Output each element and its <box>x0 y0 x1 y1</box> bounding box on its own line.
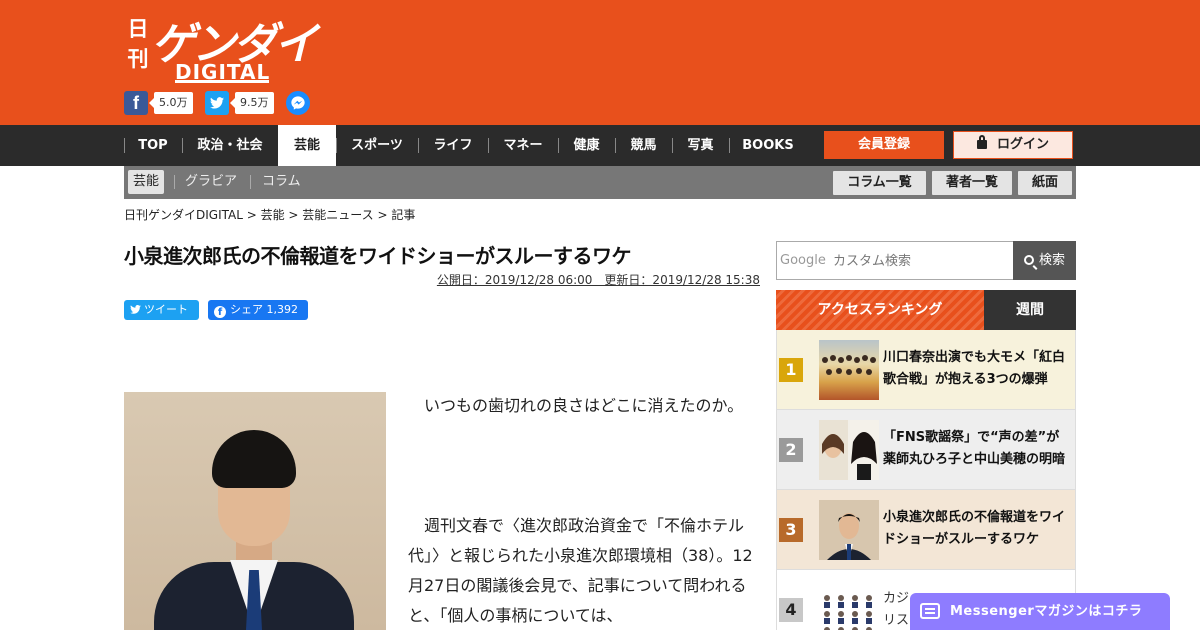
messenger-label: Messengerマガジンはコチラ <box>950 604 1143 619</box>
nav-item-photo[interactable]: 写真 <box>672 125 729 166</box>
main-nav: TOP 政治・社会 芸能 スポーツ ライフ マネー 健康 競馬 写真 BOOKS… <box>0 125 1200 166</box>
sub-nav: 芸能 グラビア コラム コラム一覧 著者一覧 紙面 <box>124 166 1076 199</box>
nav-item-politics[interactable]: 政治・社会 <box>182 125 278 166</box>
author-list-button[interactable]: 著者一覧 <box>932 171 1012 195</box>
subnav-item-gravure[interactable]: グラビア <box>185 170 237 194</box>
logo-nikkan: 日刊 <box>127 16 149 71</box>
twitter-count: 9.5万 <box>230 92 274 114</box>
ranking-item[interactable]: 3 小泉進次郎氏の不倫報道をワイドショーがスルーするワケ <box>776 490 1076 570</box>
share-label: シェア 1,392 <box>230 303 298 316</box>
paper-button[interactable]: 紙面 <box>1018 171 1072 195</box>
search-button-label: 検索 <box>1038 253 1065 268</box>
site-logo[interactable]: 日刊 ゲンダイ DIGITAL <box>127 10 319 84</box>
article-paragraph: 週刊文春で〈進次郎政治資金で「不倫ホテル代」〉と報じられた小泉進次郎環境相（38… <box>408 516 753 625</box>
nav-item-health[interactable]: 健康 <box>558 125 615 166</box>
twitter-icon <box>205 91 229 115</box>
rank-number: 3 <box>779 518 803 542</box>
facebook-share-button[interactable]: f シェア 1,392 <box>208 300 308 320</box>
nav-item-keiba[interactable]: 競馬 <box>615 125 672 166</box>
search-icon <box>1023 255 1034 265</box>
ranking-thumbnail <box>819 580 879 630</box>
ranking-thumbnail <box>819 420 879 480</box>
twitter-follow[interactable]: 9.5万 <box>205 91 274 115</box>
nav-item-entertainment[interactable]: 芸能 <box>278 125 336 166</box>
google-logo: Google <box>780 253 826 268</box>
register-button[interactable]: 会員登録 <box>824 131 944 159</box>
subnav-item-column[interactable]: コラム <box>262 170 301 194</box>
breadcrumb[interactable]: 日刊ゲンダイDIGITAL > 芸能 > 芸能ニュース > 記事 <box>124 206 415 223</box>
nav-item-life[interactable]: ライフ <box>418 125 488 166</box>
facebook-icon: f <box>124 91 148 115</box>
ranking-headline: 小泉進次郎氏の不倫報道をワイドショーがスルーするワケ <box>883 510 1066 547</box>
login-button[interactable]: ログイン <box>953 131 1073 159</box>
nav-item-books[interactable]: BOOKS <box>729 125 807 166</box>
subnav-item-geinou[interactable]: 芸能 <box>128 170 165 194</box>
article-photo <box>124 392 386 630</box>
nav-item-money[interactable]: マネー <box>488 125 558 166</box>
search-box: Google <box>776 241 1013 280</box>
facebook-icon: f <box>214 306 226 318</box>
messenger-magazine-button[interactable]: Messengerマガジンはコチラ <box>910 593 1170 630</box>
nav-item-top[interactable]: TOP <box>124 125 182 166</box>
ranking-headline: 川口春奈出演でも大モメ「紅白歌合戦」が抱える3つの爆弾 <box>883 350 1066 387</box>
logo-underline <box>175 80 269 83</box>
subnav-divider <box>250 175 251 189</box>
facebook-count: 5.0万 <box>149 92 193 114</box>
tweet-button[interactable]: ツイート <box>124 300 199 320</box>
ranking-headline: 「FNS歌謡祭」で“声の差”が 薬師丸ひろ子と中山美穂の明暗 <box>883 430 1066 467</box>
rank-number: 2 <box>779 438 803 462</box>
messenger-icon[interactable] <box>286 91 310 115</box>
ranking-item[interactable]: 1 川口春奈出演でも大モメ「紅白歌合戦」が抱える3つの爆弾 <box>776 330 1076 410</box>
ranking-thumbnail <box>819 500 879 560</box>
twitter-icon <box>130 305 141 314</box>
ranking-tab-weekly[interactable]: 週間 <box>984 290 1076 330</box>
site-header: 日刊 ゲンダイ DIGITAL f 5.0万 9.5万 <box>0 0 1200 125</box>
ranking-thumbnail <box>819 340 879 400</box>
login-label: ログイン <box>996 137 1049 152</box>
chat-icon <box>920 603 940 619</box>
column-list-button[interactable]: コラム一覧 <box>833 171 926 195</box>
facebook-like[interactable]: f 5.0万 <box>124 91 193 115</box>
article-paragraph: いつもの歯切れの良さはどこに消えたのか。 <box>408 396 744 415</box>
rank-number: 1 <box>779 358 803 382</box>
ranking-title: アクセスランキング <box>776 290 984 330</box>
search-button[interactable]: 検索 <box>1013 241 1076 280</box>
rank-number: 4 <box>779 598 803 622</box>
article-title: 小泉進次郎氏の不倫報道をワイドショーがスルーするワケ <box>124 244 632 268</box>
nav-item-sports[interactable]: スポーツ <box>336 125 418 166</box>
lock-icon <box>976 135 987 149</box>
article-dates: 公開日：2019/12/28 06:00 更新日：2019/12/28 15:3… <box>436 273 760 287</box>
search-input[interactable] <box>833 250 1003 272</box>
tweet-label: ツイート <box>144 303 188 316</box>
ranking-item[interactable]: 2 「FNS歌謡祭」で“声の差”が 薬師丸ひろ子と中山美穂の明暗 <box>776 410 1076 490</box>
subnav-divider <box>174 175 175 189</box>
